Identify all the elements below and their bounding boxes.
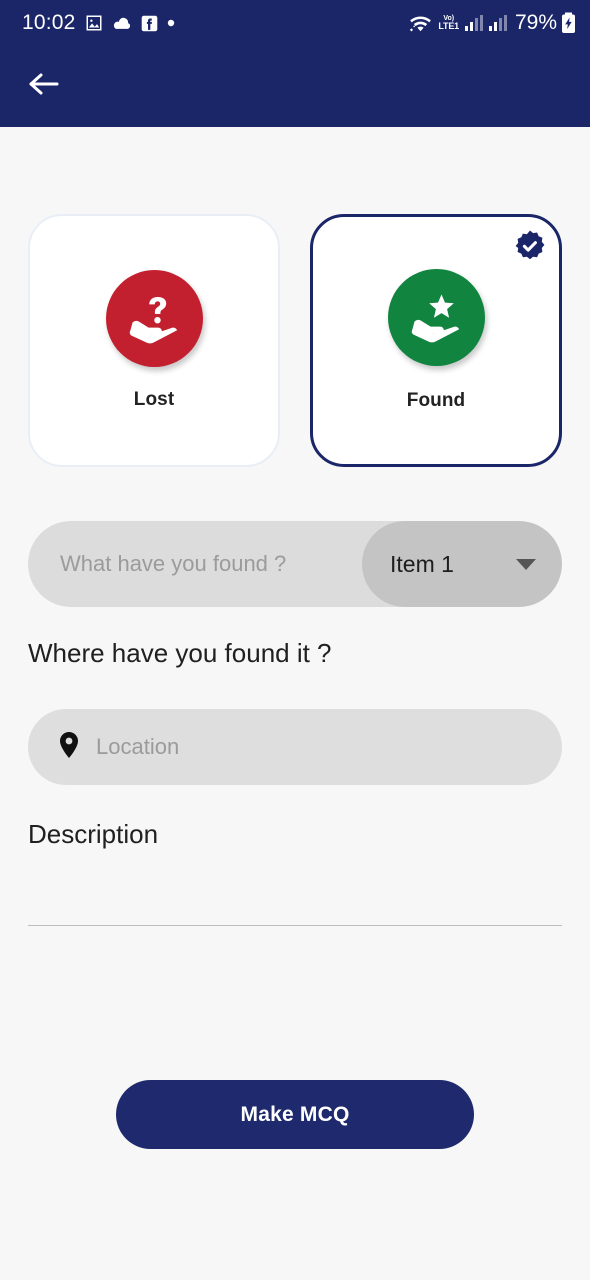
verified-check-badge-icon <box>513 229 547 263</box>
battery-percent-label: 79% <box>514 11 557 34</box>
volte-icon: Vo) LTE1 <box>438 15 459 31</box>
image-icon <box>85 14 103 32</box>
facebook-icon <box>141 15 158 32</box>
make-mcq-button[interactable]: Make MCQ <box>116 1080 474 1149</box>
hand-star-icon <box>387 269 485 366</box>
description-underline <box>28 925 562 926</box>
app-bar <box>0 46 590 127</box>
type-option-found-label: Found <box>406 390 466 411</box>
dot-icon <box>167 19 175 27</box>
type-option-lost[interactable]: Lost <box>28 214 280 467</box>
signal-bars-2-icon <box>488 14 508 32</box>
wifi-icon <box>408 12 433 34</box>
status-bar-clock: 10:02 <box>22 11 76 34</box>
item-dropdown[interactable]: Item 1 <box>362 521 562 607</box>
where-heading: Where have you found it ? <box>28 638 332 668</box>
type-option-lost-label: Lost <box>133 389 175 410</box>
status-bar-right: Vo) LTE1 79% <box>408 11 576 35</box>
type-option-found[interactable]: Found <box>310 214 562 467</box>
back-button[interactable] <box>16 59 72 115</box>
map-pin-icon <box>58 731 80 764</box>
location-field[interactable] <box>28 709 562 785</box>
cloud-icon <box>112 14 132 32</box>
chevron-down-icon <box>516 558 536 570</box>
type-selector: Lost Found <box>28 214 562 467</box>
arrow-left-icon <box>27 70 61 103</box>
item-row: Item 1 <box>28 521 562 607</box>
status-bar: 10:02 Vo) LTE1 79% <box>0 0 590 46</box>
page-content: Lost Found Item 1 <box>0 127 590 1280</box>
hand-question-icon <box>105 270 203 367</box>
item-name-input[interactable] <box>28 521 362 607</box>
battery-charging-icon <box>561 12 576 34</box>
description-heading: Description <box>28 819 159 849</box>
item-dropdown-value: Item 1 <box>390 550 454 577</box>
description-input[interactable] <box>28 862 562 927</box>
status-bar-left: 10:02 <box>22 11 175 35</box>
volte-bottom-label: LTE1 <box>438 21 459 31</box>
location-input[interactable] <box>96 709 562 785</box>
signal-bars-1-icon <box>464 14 484 32</box>
